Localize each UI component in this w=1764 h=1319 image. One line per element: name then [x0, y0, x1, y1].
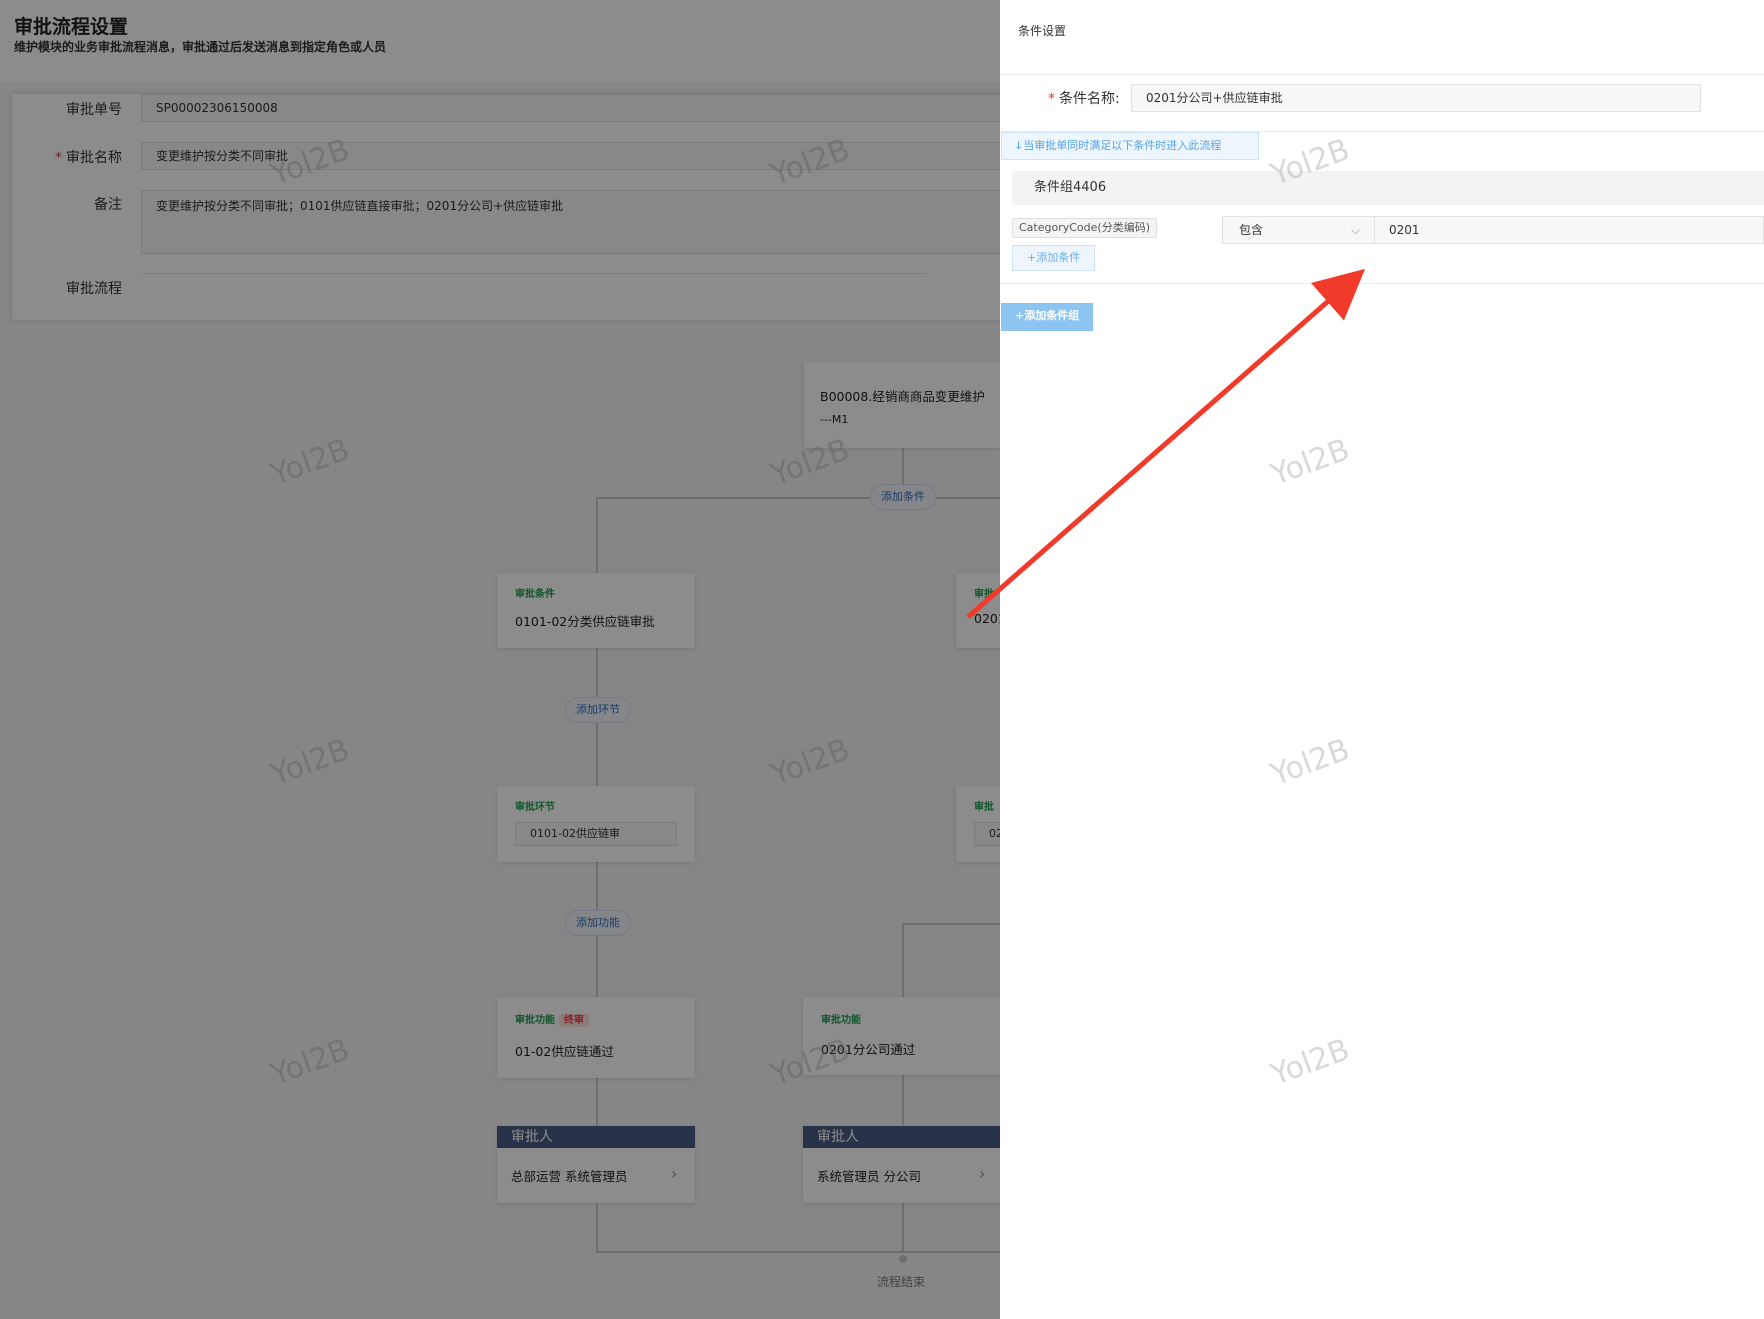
annotation-arrow-line	[966, 268, 1366, 619]
annotation-arrow	[966, 268, 1366, 619]
